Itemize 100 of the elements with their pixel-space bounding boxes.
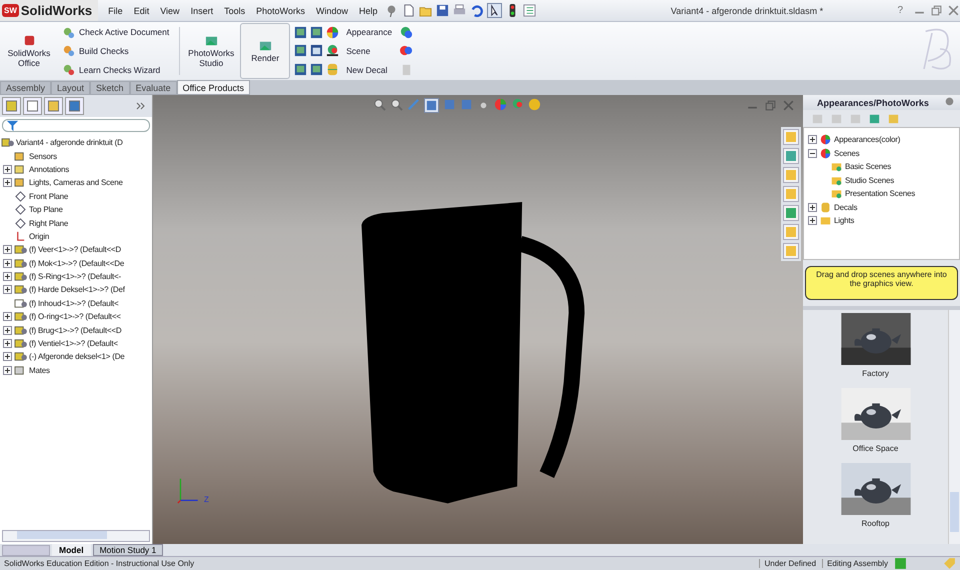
model-tab[interactable]: Motion Study 1 (92, 544, 164, 556)
cursor-icon[interactable] (487, 3, 502, 18)
tree-item[interactable]: (f) O-ring<1>->? (Default<< (29, 312, 121, 322)
expand-toggle[interactable] (3, 164, 12, 174)
help-button[interactable]: ? (897, 5, 903, 16)
tree-item[interactable]: Appearances(color) (834, 135, 900, 144)
menu-item[interactable]: PhotoWorks (256, 6, 305, 16)
tree-item[interactable]: (-) Afgeronde deksel<1> (De (29, 352, 125, 362)
zoom-icon[interactable] (373, 98, 386, 111)
tree-item[interactable]: Sensors (29, 152, 57, 161)
plane-icon (14, 218, 27, 229)
ribbon-button[interactable]: Check Active Document (58, 24, 174, 40)
command-tab[interactable]: Evaluate (130, 81, 177, 95)
status-text: Under Defined (759, 559, 816, 568)
window-icon[interactable] (310, 44, 324, 58)
model-tab[interactable]: Model (52, 544, 91, 556)
tree-item[interactable]: (f) Harde Deksel<1>->? (Def (29, 285, 125, 294)
command-tab[interactable]: Sketch (90, 81, 130, 95)
plane-icon (14, 204, 27, 216)
command-tab[interactable]: Office Products (176, 80, 250, 95)
tree-item[interactable]: Top Plane (29, 205, 63, 214)
scene-label: Rooftop (861, 519, 890, 528)
menu-item[interactable]: Edit (134, 6, 150, 16)
scene-label: Office Space (852, 444, 898, 453)
image-icon[interactable] (294, 26, 308, 39)
expand-toggle[interactable] (3, 178, 12, 188)
image-icon (204, 34, 218, 48)
collapse-toggle[interactable] (808, 148, 817, 158)
sphere-icon[interactable] (528, 98, 541, 111)
expand-toggle[interactable] (3, 326, 12, 335)
expand-toggle[interactable] (3, 366, 12, 375)
image-icon[interactable] (310, 63, 324, 76)
tree-item[interactable]: (f) Veer<1>->? (Default<<D (29, 245, 121, 254)
expand-toggle[interactable] (3, 245, 12, 254)
restore-icon[interactable] (930, 4, 943, 17)
expand-toggle[interactable] (3, 352, 12, 362)
tree-item[interactable]: Annotations (29, 164, 70, 174)
ribbon-button[interactable]: New Decal (342, 62, 392, 78)
expand-toggle[interactable] (3, 272, 12, 282)
tree-item[interactable]: (f) Inhoud<1>->? (Default< (29, 298, 119, 308)
window-title: Variant4 - afgeronde drinktuit.sldasm * (670, 6, 824, 16)
app-logo[interactable]: SW SolidWorks (0, 0, 98, 21)
tree-item[interactable]: Lights (834, 216, 854, 226)
tree-item[interactable]: Decals (834, 202, 858, 212)
help-icon[interactable] (894, 557, 907, 570)
command-tab[interactable]: Assembly (0, 81, 52, 95)
filter-field[interactable] (2, 119, 150, 132)
image-icon[interactable] (310, 26, 324, 39)
horizontal-scrollbar[interactable] (2, 530, 150, 542)
tree-item[interactable]: Basic Scenes (845, 162, 892, 172)
status-text: Editing Assembly (822, 559, 888, 568)
undo-icon[interactable] (470, 4, 484, 17)
tree-item[interactable]: Right Plane (29, 218, 68, 228)
chevron-icon[interactable] (136, 102, 146, 110)
tree-item[interactable]: Front Plane (29, 192, 68, 201)
pin-icon[interactable] (385, 4, 398, 17)
vertical-scrollbar[interactable] (948, 310, 960, 544)
panel-title: Appearances/PhotoWorks (817, 98, 929, 108)
save-icon[interactable] (436, 4, 450, 17)
image-icon[interactable] (294, 63, 308, 76)
menu-item[interactable]: Window (316, 6, 348, 16)
scene-label: Factory (862, 369, 889, 378)
tree-item[interactable]: Variant4 - afgeronde drinktuit (D (16, 138, 123, 148)
expand-toggle[interactable] (808, 202, 817, 212)
status-text: SolidWorks Education Edition - Instructional Use Only (4, 559, 196, 568)
tree-item[interactable]: Studio Scenes (845, 176, 894, 185)
tree-item[interactable]: Lights, Cameras and Scene (29, 178, 123, 188)
tree-item[interactable]: (f) Ventiel<1>->? (Default< (29, 339, 118, 348)
menu-item[interactable]: File (108, 6, 123, 16)
filter-icon (6, 119, 19, 132)
tree-item[interactable]: (f) Brug<1>->? (Default<<D (29, 326, 122, 335)
command-tab[interactable]: Layout (51, 81, 90, 95)
ribbon-button[interactable]: Build Checks (58, 42, 174, 59)
studio-button[interactable]: PhotoWorks Studio (186, 23, 236, 79)
expand-toggle[interactable] (3, 258, 12, 268)
menu-item[interactable]: View (160, 6, 180, 16)
expand-toggle[interactable] (3, 312, 12, 322)
expand-toggle[interactable] (3, 339, 12, 348)
menu-item[interactable]: Help (358, 6, 378, 16)
menu-item[interactable]: Tools (224, 6, 246, 16)
expand-toggle[interactable] (808, 216, 817, 226)
zoom-icon[interactable] (390, 98, 403, 111)
tree-item[interactable]: Mates (29, 366, 50, 375)
ribbon-button[interactable]: Learn Checks Wizard (58, 62, 174, 78)
close-icon[interactable] (947, 4, 960, 17)
ribbon-button[interactable]: Scene (342, 42, 374, 59)
tree-item[interactable]: (f) Mok<1>->? (Default<<De (29, 258, 124, 268)
menu-item[interactable]: Insert (190, 6, 214, 16)
expand-toggle[interactable] (3, 285, 12, 294)
ribbon-button[interactable]: Appearance (342, 24, 396, 40)
expand-toggle[interactable] (808, 135, 817, 144)
tree-item[interactable]: (f) S-Ring<1>->? (Default<- (29, 272, 121, 282)
tree-item[interactable]: Scenes (834, 148, 860, 158)
render-button[interactable]: Render (240, 23, 290, 79)
view-cube-icon[interactable] (424, 98, 439, 113)
image-icon[interactable] (294, 44, 308, 58)
office-button[interactable]: SolidWorks Office (4, 23, 54, 79)
printer-icon[interactable] (453, 4, 466, 17)
tree-item[interactable]: Presentation Scenes (845, 189, 916, 198)
tree-item[interactable]: Origin (29, 232, 50, 241)
